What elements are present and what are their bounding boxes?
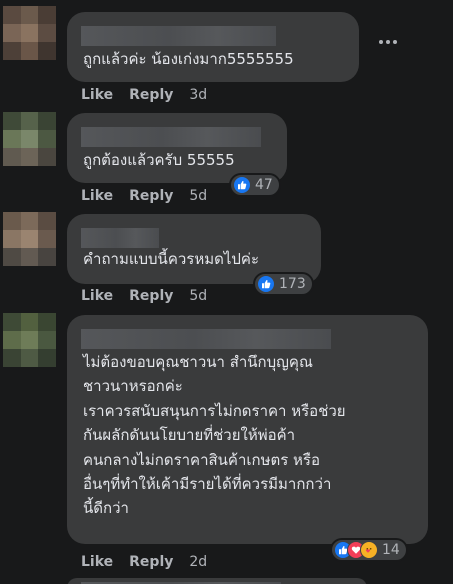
reaction-count: 47 <box>255 177 273 193</box>
comment-timestamp[interactable]: 5d <box>189 288 207 304</box>
avatar[interactable] <box>3 212 56 266</box>
comment-text: คำถามแบบนี้ควรหมดไปค่ะ <box>83 250 260 268</box>
comment-bubble: ถูกแล้วค่ะ น้องเก่งมาก5555555 <box>67 12 359 82</box>
commenter-name-redacted[interactable] <box>81 127 261 147</box>
avatar[interactable] <box>3 6 56 60</box>
like-button[interactable]: Like <box>81 87 113 103</box>
reply-button[interactable]: Reply <box>129 554 173 570</box>
avatar[interactable] <box>3 112 56 166</box>
reply-button[interactable]: Reply <box>129 188 173 204</box>
comment-timestamp[interactable]: 5d <box>189 188 207 204</box>
commenter-name-redacted[interactable] <box>81 329 331 349</box>
comment-actions: Like Reply 2d <box>81 554 207 570</box>
comment-timestamp[interactable]: 3d <box>189 87 207 103</box>
commenter-name-redacted[interactable] <box>81 26 276 46</box>
like-button[interactable]: Like <box>81 188 113 204</box>
comment-timestamp[interactable]: 2d <box>189 554 207 570</box>
comment-actions: Like Reply 5d <box>81 288 207 304</box>
reaction-count: 173 <box>279 276 306 292</box>
reply-button[interactable]: Reply <box>129 288 173 304</box>
like-button[interactable]: Like <box>81 554 113 570</box>
like-reaction-icon <box>257 275 275 293</box>
reaction-count: 14 <box>382 542 400 558</box>
reaction-summary[interactable]: 173 <box>253 272 314 296</box>
comment-text: ไม่ต้องขอบคุณชาวนา สำนึกบุญคุณ ชาวนาหรอก… <box>83 353 346 518</box>
commenter-name-redacted[interactable] <box>81 228 159 248</box>
comment-text: ถูกแล้วค่ะ น้องเก่งมาก5555555 <box>83 50 294 68</box>
reaction-summary[interactable]: 14 <box>330 538 408 562</box>
like-button[interactable]: Like <box>81 288 113 304</box>
reaction-summary[interactable]: 47 <box>229 173 281 197</box>
like-reaction-icon <box>233 176 251 194</box>
more-options-icon[interactable] <box>379 40 397 44</box>
comment-bubble: ไม่ต้องขอบคุณชาวนา สำนึกบุญคุณ ชาวนาหรอก… <box>67 315 428 544</box>
comment-actions: Like Reply 5d <box>81 188 207 204</box>
next-comment-bubble <box>67 578 367 584</box>
avatar[interactable] <box>3 313 56 367</box>
comment-text: ถูกต้องแล้วครับ 55555 <box>83 151 235 169</box>
comment-actions: Like Reply 3d <box>81 87 207 103</box>
care-reaction-icon <box>360 541 378 559</box>
reply-button[interactable]: Reply <box>129 87 173 103</box>
